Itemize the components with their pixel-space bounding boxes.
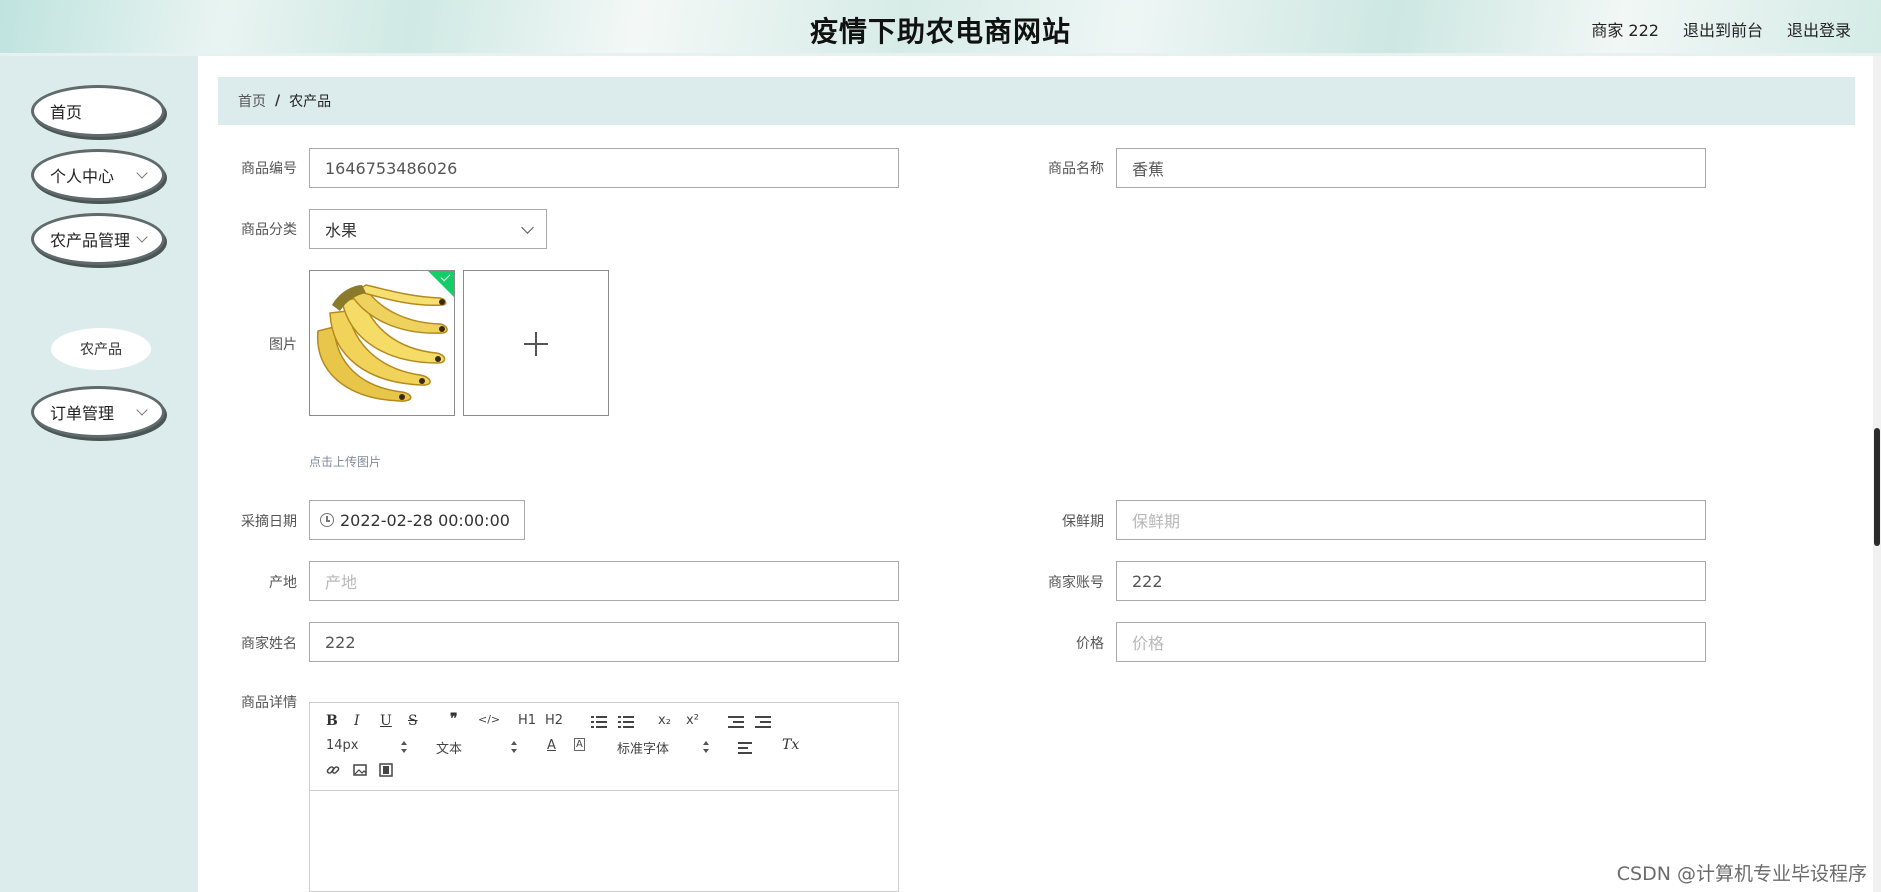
top-header: 疫情下助农电商网站 商家 222 退出到前台 退出登录 (0, 0, 1881, 56)
blockquote-button[interactable]: ❞ (450, 711, 458, 727)
category-label: 商品分类 (241, 222, 297, 238)
plus-icon-vertical (535, 332, 537, 356)
clock-icon (320, 513, 334, 527)
strike-button[interactable]: S (408, 713, 418, 729)
uploaded-badge (427, 271, 454, 298)
chevron-down-icon (136, 404, 148, 416)
font-size-select[interactable]: 14px (326, 738, 359, 753)
shelf-life-field[interactable]: 保鲜期 (1116, 500, 1706, 540)
logout-link[interactable]: 退出登录 (1787, 17, 1851, 41)
superscript-button[interactable]: x² (686, 713, 699, 728)
subscript-button[interactable]: x₂ (658, 713, 671, 728)
pick-date-label: 采摘日期 (241, 514, 297, 530)
breadcrumb: 首页 / 农产品 (218, 77, 1855, 125)
category-value: 水果 (325, 221, 358, 240)
top-links: 商家 222 退出到前台 退出登录 (1591, 17, 1851, 41)
h1-button[interactable]: H1 (518, 713, 536, 728)
back-to-front-link[interactable]: 退出到前台 (1683, 17, 1763, 41)
sidebar-item-label: 订单管理 (50, 404, 115, 423)
origin-label: 产地 (269, 575, 297, 591)
merchant-account-label: 商家账号 (1048, 575, 1104, 591)
font-family-arrows-icon (703, 741, 710, 753)
sidebar-item-order-management[interactable]: 订单管理 (31, 386, 165, 438)
chevron-down-icon (136, 167, 148, 179)
sidebar-item-personal-center[interactable]: 个人中心 (31, 149, 165, 201)
indent-icon[interactable] (755, 716, 771, 728)
origin-field[interactable]: 产地 (309, 561, 899, 601)
text-type-arrows-icon (511, 741, 518, 753)
clear-format-button[interactable]: Tx (782, 737, 799, 753)
uploaded-image-card[interactable] (309, 270, 455, 416)
text-type-select[interactable]: 文本 (436, 738, 462, 757)
current-user: 商家 222 (1591, 21, 1659, 40)
sidebar-subitem-products[interactable]: 农产品 (51, 328, 151, 370)
pick-date-value: 2022-02-28 00:00:00 (340, 510, 510, 530)
shelf-life-label: 保鲜期 (1062, 514, 1104, 530)
pick-date-field[interactable]: 2022-02-28 00:00:00 (309, 500, 525, 540)
background-color-icon[interactable]: A (574, 738, 585, 751)
sidebar-item-product-management[interactable]: 农产品管理 (31, 213, 165, 265)
link-icon[interactable] (326, 763, 340, 777)
h2-button[interactable]: H2 (545, 713, 563, 728)
video-icon[interactable] (379, 763, 393, 777)
image-icon[interactable] (353, 763, 367, 777)
underline-button[interactable]: U (380, 713, 392, 729)
breadcrumb-current: 农产品 (289, 94, 332, 110)
category-select[interactable]: 水果 (309, 209, 547, 249)
ordered-list-icon[interactable] (591, 716, 607, 728)
image-label: 图片 (269, 337, 297, 353)
outdent-icon[interactable] (728, 716, 744, 728)
upload-tip: 点击上传图片 (309, 455, 382, 469)
bold-button[interactable]: B (326, 713, 338, 729)
sidebar-item-home[interactable]: 首页 (31, 85, 165, 137)
price-label: 价格 (1076, 636, 1104, 652)
scrollbar-thumb[interactable] (1874, 428, 1880, 546)
code-button[interactable]: </> (478, 713, 500, 726)
merchant-account-field[interactable]: 222 (1116, 561, 1706, 601)
product-name-label: 商品名称 (1048, 161, 1104, 177)
font-size-arrows-icon (401, 741, 408, 753)
align-icon[interactable] (738, 742, 754, 754)
sidebar: 首页 个人中心 农产品管理 农产品 订单管理 (0, 56, 198, 892)
chevron-down-icon (136, 231, 148, 243)
bullet-list-icon[interactable] (618, 716, 634, 728)
chevron-down-icon (521, 221, 534, 234)
rich-text-editor: B I U S ❞ </> H1 H2 x₂ x² 14px 文本 A A 标准… (309, 702, 899, 892)
sidebar-item-label: 首页 (50, 103, 83, 122)
editor-content-area[interactable] (310, 791, 898, 892)
details-label: 商品详情 (241, 695, 297, 711)
breadcrumb-home[interactable]: 首页 (238, 91, 266, 111)
breadcrumb-separator: / (275, 93, 281, 109)
page-scrollbar[interactable] (1873, 56, 1881, 892)
merchant-name-field[interactable]: 222 (309, 622, 899, 662)
font-color-icon[interactable]: A (547, 738, 556, 753)
upload-add-button[interactable] (463, 270, 609, 416)
watermark: CSDN @计算机专业毕设程序 (1616, 863, 1867, 885)
price-field[interactable]: 价格 (1116, 622, 1706, 662)
product-no-label: 商品编号 (241, 161, 297, 177)
merchant-name-label: 商家姓名 (241, 636, 297, 652)
product-name-field[interactable]: 香蕉 (1116, 148, 1706, 188)
sidebar-item-label: 个人中心 (50, 167, 115, 186)
sidebar-item-label: 农产品管理 (50, 231, 131, 250)
editor-toolbar: B I U S ❞ </> H1 H2 x₂ x² 14px 文本 A A 标准… (310, 703, 898, 791)
product-no-field[interactable]: 1646753486026 (309, 148, 899, 188)
italic-button[interactable]: I (354, 713, 360, 729)
font-family-select[interactable]: 标准字体 (617, 738, 669, 757)
